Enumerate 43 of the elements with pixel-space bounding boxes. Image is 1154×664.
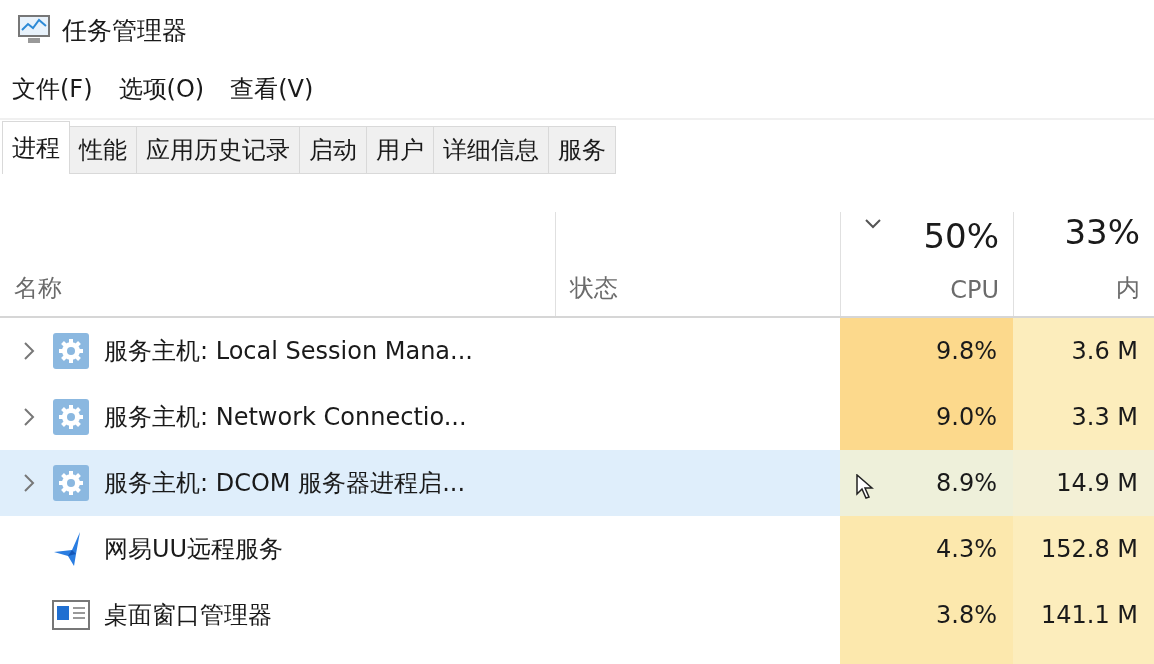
process-name: 服务主机: Local Session Mana... bbox=[104, 336, 473, 367]
process-row[interactable]: 服务主机: Local Session Mana... 9.8% 3.6 M bbox=[0, 318, 1154, 384]
column-header[interactable]: CPU bbox=[950, 276, 999, 304]
memory-cell: 14.9 M bbox=[1013, 450, 1154, 516]
tab[interactable]: 性能 bbox=[69, 126, 137, 174]
process-row[interactable]: 服务主机: DCOM 服务器进程启... 8.9% 14.9 M bbox=[0, 450, 1154, 516]
memory-cell: 141.1 M bbox=[1013, 582, 1154, 648]
mouse-cursor-icon bbox=[856, 474, 874, 500]
process-row[interactable]: 服务主机: Network Connectio... 9.0% 3.3 M bbox=[0, 384, 1154, 450]
tab[interactable]: 应用历史记录 bbox=[136, 126, 300, 174]
cpu-cell: 9.0% bbox=[840, 384, 1013, 450]
cpu-cell: 3.8% bbox=[840, 582, 1013, 648]
window-title: 任务管理器 bbox=[62, 14, 187, 47]
gear-icon bbox=[52, 464, 90, 502]
tab[interactable]: 进程 bbox=[2, 121, 70, 174]
cpu-cell: 8.9% bbox=[840, 450, 1013, 516]
memory-cell: 3.6 M bbox=[1013, 318, 1154, 384]
memory-cell: 152.8 M bbox=[1013, 516, 1154, 582]
memory-cell: 3.3 M bbox=[1013, 384, 1154, 450]
menu-item[interactable]: 选项(O) bbox=[118, 73, 205, 105]
tab[interactable]: 详细信息 bbox=[433, 126, 549, 174]
monitor-chart-icon bbox=[16, 14, 52, 46]
memory-usage-total: 33% bbox=[1064, 212, 1140, 252]
column-header[interactable]: 内 bbox=[1116, 272, 1140, 304]
cpu-cell: 9.8% bbox=[840, 318, 1013, 384]
cpu-usage-total: 50% bbox=[923, 216, 999, 256]
tab[interactable]: 用户 bbox=[366, 126, 434, 174]
process-row[interactable]: 网易UU远程服务 4.3% 152.8 M bbox=[0, 516, 1154, 582]
tab[interactable]: 服务 bbox=[548, 126, 616, 174]
tab[interactable]: 启动 bbox=[299, 126, 367, 174]
column-header[interactable]: 状态 bbox=[570, 272, 618, 304]
menu-item[interactable]: 文件(F) bbox=[12, 73, 93, 105]
window-icon bbox=[52, 600, 90, 630]
process-row[interactable]: 桌面窗口管理器 3.8% 141.1 M bbox=[0, 582, 1154, 648]
process-name: 网易UU远程服务 bbox=[104, 534, 284, 565]
gear-icon bbox=[52, 332, 90, 370]
column-header[interactable]: 名称 bbox=[14, 272, 62, 304]
gear-icon bbox=[52, 398, 90, 436]
cpu-cell: 4.3% bbox=[840, 516, 1013, 582]
process-name: 桌面窗口管理器 bbox=[104, 600, 272, 631]
process-name: 服务主机: Network Connectio... bbox=[104, 402, 467, 433]
process-name: 服务主机: DCOM 服务器进程启... bbox=[104, 468, 466, 499]
menu-item[interactable]: 查看(V) bbox=[230, 73, 314, 105]
